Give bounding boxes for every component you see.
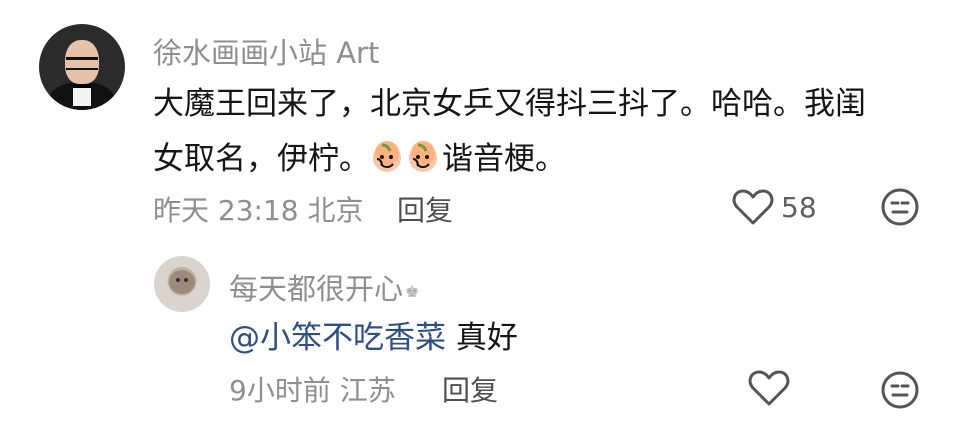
comment-meta: 昨天 23:18 北京: [153, 189, 364, 229]
peach-face-emoji: [373, 141, 401, 172]
reply-button[interactable]: 回复: [397, 189, 453, 229]
comment-text-part-a: 女取名，伊柠。: [153, 141, 370, 177]
reply-text: @小笨不吃香菜 真好: [229, 307, 518, 369]
reply-time: 9小时前: [229, 374, 331, 407]
comment-text-part-b: 谐音梗。: [442, 141, 566, 177]
comment-username[interactable]: 徐水画画小站 Art: [153, 30, 379, 72]
reply-text-body: 真好: [446, 320, 518, 356]
heart-outline-icon[interactable]: [748, 369, 790, 407]
comment-text-line-2: 女取名，伊柠。 谐音梗。: [153, 128, 566, 190]
like-count: 58: [781, 191, 817, 224]
comment-time: 昨天 23:18: [153, 194, 299, 227]
heart-outline-icon[interactable]: [732, 188, 774, 226]
crown-badge-icon: ♚: [405, 282, 420, 301]
reply-username-text: 每天都很开心: [229, 272, 404, 306]
avatar[interactable]: [39, 24, 125, 110]
reply-username[interactable]: 每天都很开心 ♚: [229, 266, 419, 308]
comment-location: 北京: [307, 194, 364, 227]
peach-face-emoji: [409, 141, 437, 172]
reply-location: 江苏: [339, 374, 396, 407]
neutral-face-icon[interactable]: [880, 370, 920, 410]
reply-meta: 9小时前 江苏: [229, 369, 396, 409]
mention-link[interactable]: @小笨不吃香菜: [229, 320, 446, 356]
comment-text-line-1: 大魔王回来了，北京女乒又得抖三抖了。哈哈。我闺: [153, 86, 866, 122]
reply-reply-button[interactable]: 回复: [442, 369, 498, 409]
neutral-face-icon[interactable]: [880, 187, 920, 227]
reply-avatar[interactable]: [154, 256, 210, 312]
